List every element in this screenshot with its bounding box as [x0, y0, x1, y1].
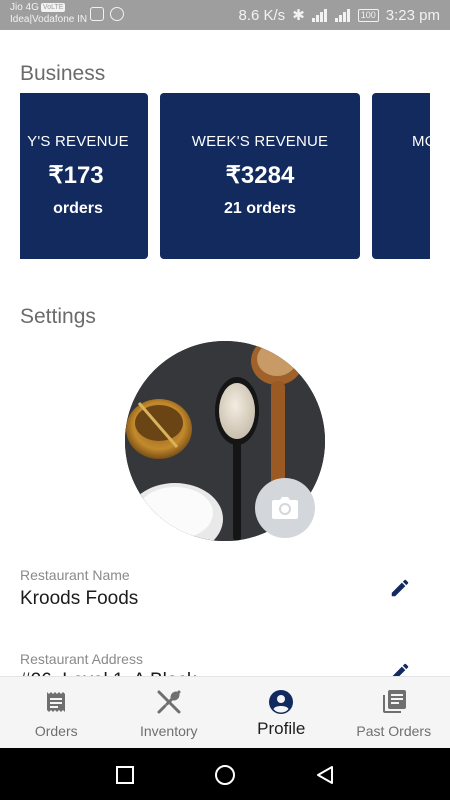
week-revenue-card[interactable]: WEEK'S REVENUE ₹3284 21 orders [160, 93, 360, 259]
nav-inventory[interactable]: Inventory [113, 677, 226, 748]
triangle-back-icon [317, 766, 333, 784]
home-button[interactable] [214, 764, 236, 786]
revenue-card-label: WEEK'S REVENUE [191, 133, 329, 150]
network-speed: 8.6 K/s [238, 6, 286, 24]
status-bar: Jio 4G VoLTE Idea|Vodafone IN 8.6 K/s ✱ 1… [0, 0, 450, 30]
nav-label: Orders [34, 723, 78, 739]
bluetooth-icon: ✱ [292, 7, 305, 24]
notification-icons [90, 7, 124, 21]
change-photo-button[interactable] [255, 478, 315, 538]
hotspot-icon [110, 7, 124, 21]
nav-profile[interactable]: Profile [225, 677, 338, 748]
nav-label: Profile [257, 719, 306, 738]
carrier-2: Idea|Vodafone IN [10, 14, 88, 25]
revenue-card-orders: orders [53, 200, 103, 217]
business-heading: Business [20, 62, 106, 85]
restaurant-address-label: Restaurant Address [20, 651, 143, 667]
nav-label: Past Orders [356, 723, 432, 739]
system-navigation-bar [0, 748, 450, 800]
message-icon [90, 7, 104, 21]
nav-orders[interactable]: Orders [0, 677, 113, 748]
revenue-card-label: MO [412, 133, 430, 150]
signal-icon [311, 8, 328, 22]
revenue-card-label: Y'S REVENUE [27, 133, 129, 150]
clock: 3:23 pm [385, 6, 440, 24]
status-right: 8.6 K/s ✱ 100 3:23 pm [238, 6, 440, 25]
recents-button[interactable] [114, 764, 136, 786]
utensils-icon [156, 689, 182, 715]
circle-icon [215, 765, 235, 785]
revenue-card-orders: 21 orders [223, 200, 297, 217]
pencil-icon [391, 579, 409, 597]
receipt-icon [43, 689, 69, 715]
battery-icon: 100 [357, 8, 379, 22]
month-revenue-card[interactable]: MO [372, 93, 430, 259]
revenue-card-amount: ₹3284 [225, 162, 295, 189]
account-icon [268, 689, 294, 715]
revenue-card-amount: ₹173 [48, 162, 104, 189]
today-revenue-card[interactable]: Y'S REVENUE ₹173 orders [20, 93, 148, 259]
carrier-1: Jio 4G [10, 2, 39, 13]
revenue-carousel[interactable]: Y'S REVENUE ₹173 orders WEEK'S REVENUE ₹… [20, 93, 430, 259]
signal-2-icon [334, 8, 351, 22]
edit-restaurant-name-button[interactable] [386, 574, 414, 602]
carrier-info: Jio 4G VoLTE Idea|Vodafone IN [10, 2, 87, 26]
nav-label: Inventory [139, 723, 198, 739]
library-books-icon [381, 689, 407, 715]
nav-past-orders[interactable]: Past Orders [338, 677, 450, 748]
back-button[interactable] [314, 764, 336, 786]
volte-badge: VoLTE [40, 3, 66, 12]
restaurant-name-label: Restaurant Name [20, 567, 130, 583]
bottom-navigation: Orders Inventory Profile Past Orders [0, 676, 450, 748]
camera-icon [272, 497, 298, 519]
square-icon [116, 766, 134, 784]
restaurant-name-value: Kroods Foods [20, 588, 139, 609]
settings-heading: Settings [20, 305, 96, 328]
